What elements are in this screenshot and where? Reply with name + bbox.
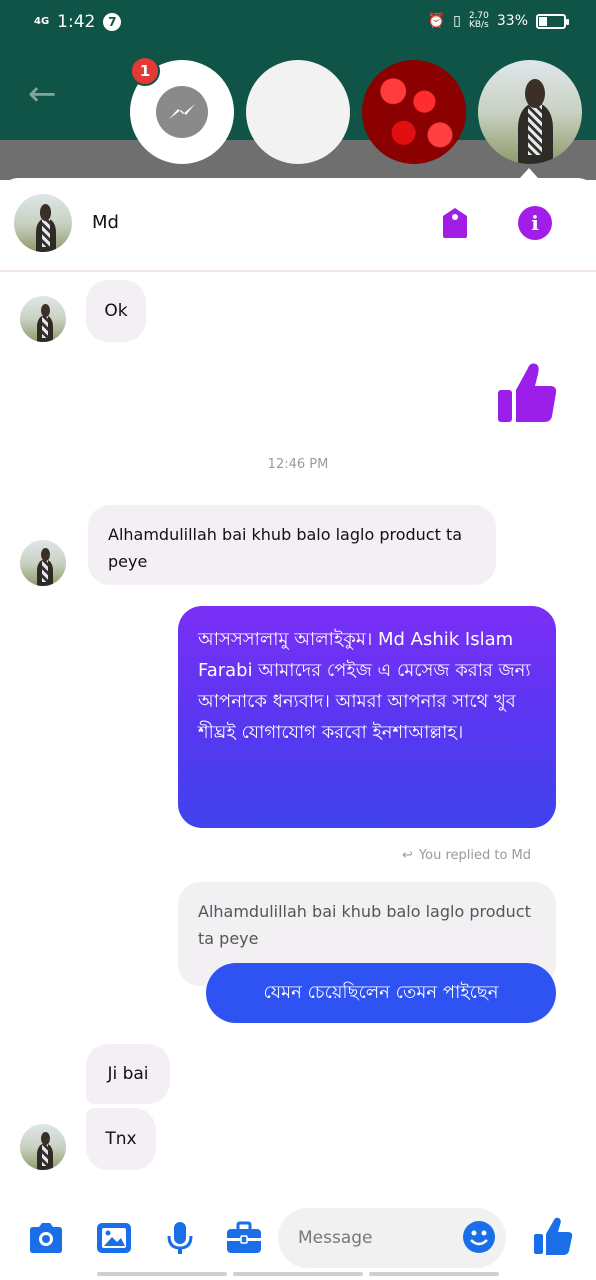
message-timestamp: 12:46 PM (267, 457, 329, 472)
alarm-icon: ⏰ (427, 13, 446, 29)
camera-icon[interactable] (26, 1220, 66, 1256)
emoji-icon[interactable] (462, 1220, 496, 1254)
battery-level-fill (539, 16, 547, 26)
chat-head-active[interactable] (478, 60, 582, 164)
contact-avatar[interactable] (14, 194, 72, 252)
unread-badge: 1 (130, 56, 160, 86)
contact-name[interactable]: Md (92, 212, 119, 233)
battery-percent: 33% (496, 13, 528, 29)
network-indicator: 4G (34, 16, 50, 27)
message-bubble-incoming[interactable]: Tnx (86, 1108, 156, 1170)
info-icon[interactable]: i (518, 206, 552, 240)
chat-header: Md i (0, 178, 596, 272)
message-bubble-outgoing[interactable]: আসসসালামু আলাইকুম। Md Ashik Islam Farabi… (178, 606, 556, 828)
message-bubble-incoming[interactable]: Ji bai (86, 1044, 170, 1104)
reply-arrow-icon: ↩ (402, 848, 413, 863)
vibrate-icon: ▯ (453, 13, 461, 29)
battery-icon (536, 13, 569, 29)
label-tag-icon[interactable] (440, 206, 470, 240)
chat-head-blank[interactable] (246, 60, 350, 164)
reply-note: ↩ You replied to Md (402, 848, 531, 863)
system-nav-bar (0, 1272, 596, 1278)
sender-avatar[interactable] (20, 296, 66, 342)
like-icon[interactable] (532, 1216, 574, 1256)
nav-segment[interactable] (97, 1272, 227, 1276)
notification-count-badge: 7 (103, 13, 122, 31)
message-composer: Message (0, 1198, 596, 1280)
sender-avatar[interactable] (20, 540, 66, 586)
sender-avatar[interactable] (20, 1124, 66, 1170)
nav-segment[interactable] (369, 1272, 499, 1276)
briefcase-icon[interactable] (224, 1220, 264, 1256)
nav-segment[interactable] (233, 1272, 363, 1276)
like-sticker-icon[interactable] (496, 360, 558, 424)
back-arrow-icon: ← (28, 74, 57, 114)
message-input-placeholder: Message (298, 1228, 373, 1248)
status-bar: 4G 1:42 7 ⏰ ▯ 2.70 KB/s 33% (0, 0, 596, 48)
messenger-logo-icon (156, 86, 208, 138)
gallery-icon[interactable] (94, 1220, 134, 1256)
message-bubble-incoming[interactable]: Ok (86, 280, 146, 342)
message-input[interactable]: Message (278, 1208, 506, 1268)
microphone-icon[interactable] (160, 1220, 200, 1256)
chat-head-roses[interactable] (362, 60, 466, 164)
active-head-pointer (520, 168, 538, 178)
message-bubble-incoming[interactable]: Alhamdulillah bai khub balo laglo produc… (88, 505, 496, 585)
reply-note-text: You replied to Md (418, 848, 532, 863)
message-bubble-outgoing-reply[interactable]: যেমন চেয়েছিলেন তেমন পাইছেন (206, 963, 556, 1023)
net-speed-unit: KB/s (468, 20, 489, 30)
clock: 1:42 (57, 12, 96, 32)
net-speed: 2.70 KB/s (469, 12, 489, 30)
